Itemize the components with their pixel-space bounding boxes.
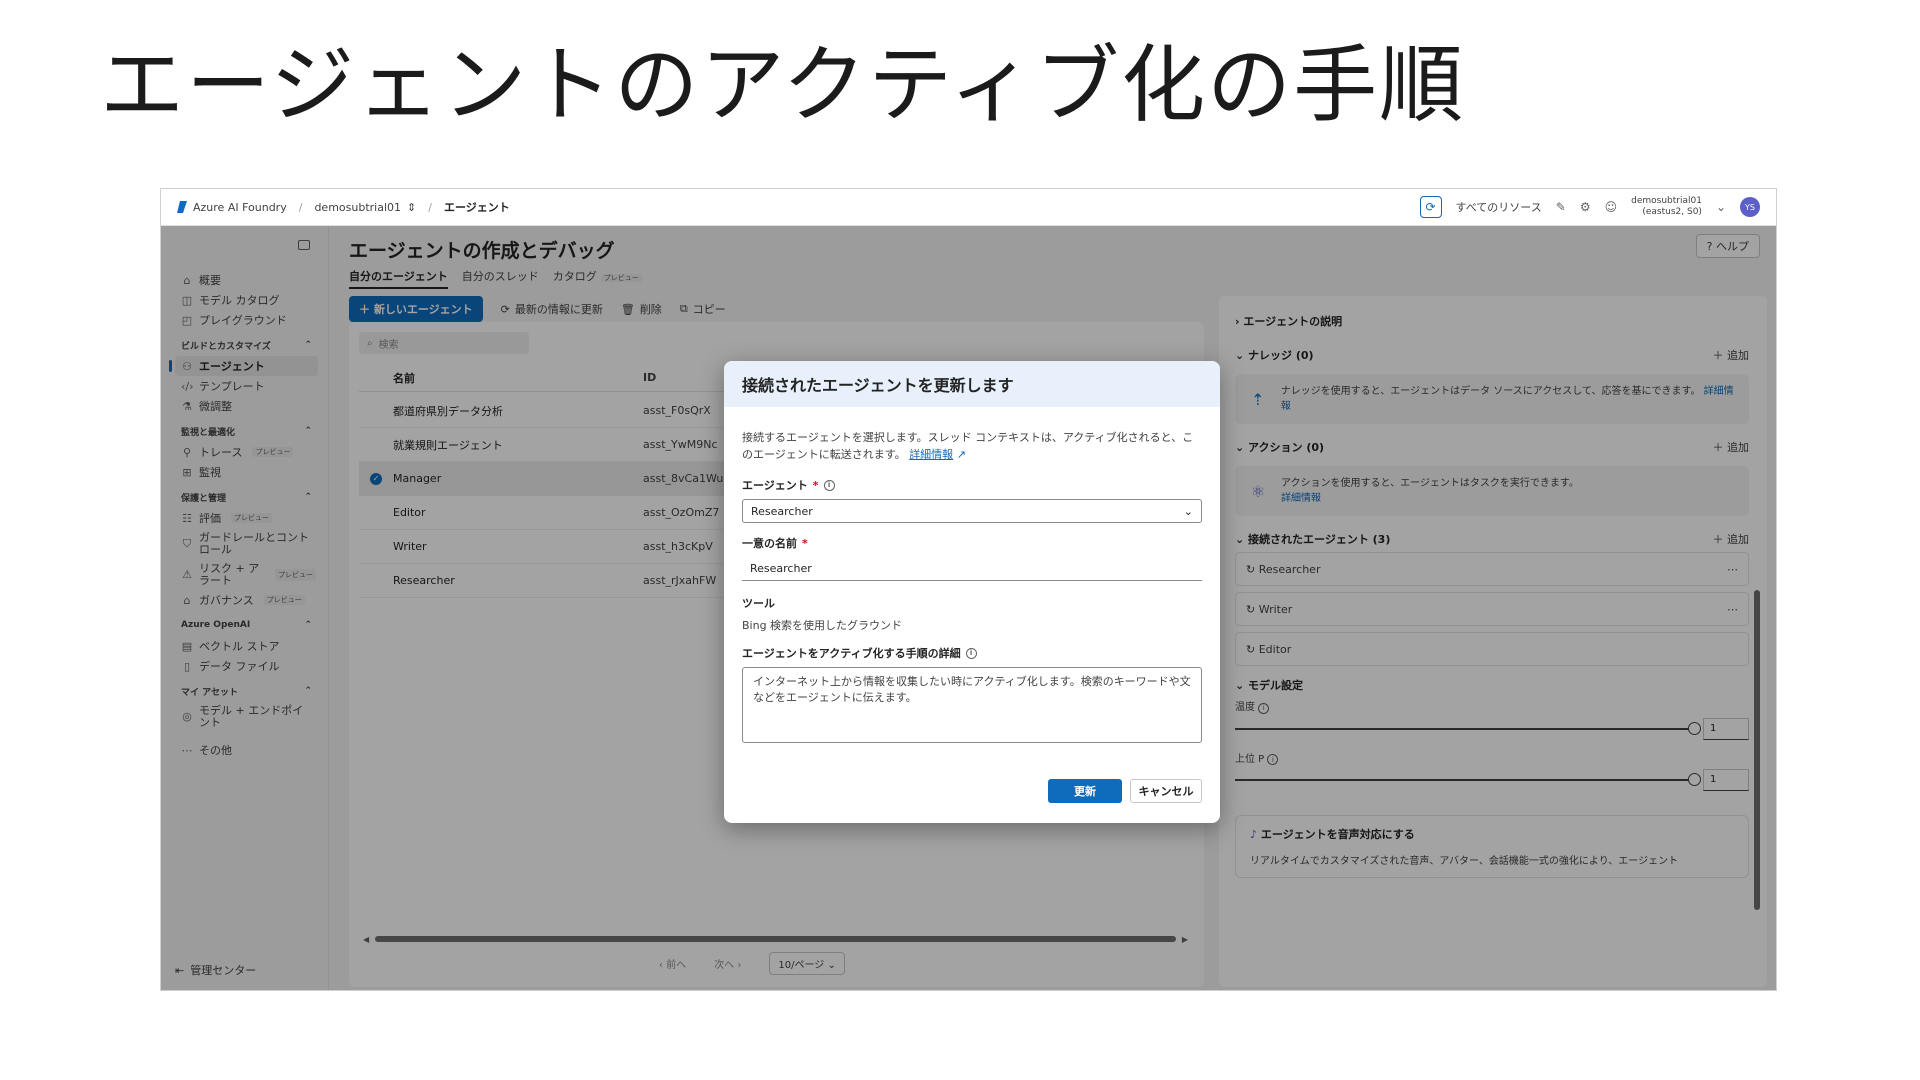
agent-label-text: エージェント: [742, 479, 808, 492]
dialog-title: 接続されたエージェントを更新します: [724, 361, 1220, 407]
breadcrumb: Azure AI Foundry / demosubtrial01 ⇕ / エー…: [177, 199, 510, 215]
breadcrumb-separator: /: [428, 200, 432, 214]
info-icon[interactable]: i: [823, 479, 835, 491]
chevron-down-icon[interactable]: ⌄: [1716, 200, 1726, 214]
dialog-learn-more-link[interactable]: 詳細情報: [909, 448, 953, 461]
avatar[interactable]: YS: [1740, 197, 1760, 217]
top-right-area: ⟳ すべてのリソース ✎ ⚙ ☺ demosubtrial01 (eastus2…: [1419, 196, 1760, 218]
activation-steps-textarea[interactable]: インターネット上から情報を収集したい時にアクティブ化します。検索のキーワードや文…: [742, 667, 1202, 743]
required-marker: *: [812, 478, 819, 492]
unique-name-label-text: 一意の名前: [742, 537, 797, 550]
unique-name-input[interactable]: Researcher: [742, 557, 1202, 581]
top-bar: Azure AI Foundry / demosubtrial01 ⇕ / エー…: [161, 189, 1776, 226]
breadcrumb-separator: /: [298, 200, 303, 214]
account-region: (eastus2, S0): [1642, 207, 1702, 217]
screenshot-frame: Azure AI Foundry / demosubtrial01 ⇕ / エー…: [160, 188, 1777, 991]
tools-value: Bing 検索を使用したグラウンド: [742, 619, 903, 632]
dialog-body: 接続するエージェントを選択します。スレッド コンテキストは、アクティブ化されると…: [724, 407, 1220, 743]
dialog-description-text: 接続するエージェントを選択します。スレッド コンテキストは、アクティブ化されると…: [742, 431, 1194, 461]
activation-steps-label: エージェントをアクティブ化する手順の詳細 i: [742, 645, 1202, 661]
external-link-icon: ↗: [956, 448, 966, 461]
breadcrumb-page: エージェント: [443, 201, 510, 214]
update-button[interactable]: 更新: [1048, 779, 1122, 803]
feedback-icon[interactable]: ✎: [1556, 200, 1566, 214]
chevron-down-icon: ⌄: [1183, 504, 1193, 518]
smiley-icon[interactable]: ☺: [1605, 200, 1618, 214]
tools-label: ツール: [742, 597, 775, 610]
cancel-button[interactable]: キャンセル: [1130, 779, 1202, 803]
all-resources-link[interactable]: すべてのリソース: [1456, 199, 1542, 215]
foundry-logo-icon: [177, 201, 187, 213]
unique-name-label: 一意の名前 *: [742, 535, 1202, 551]
sync-icon[interactable]: ⟳: [1419, 196, 1442, 218]
dialog-actions: 更新 キャンセル: [1048, 779, 1202, 803]
account-info[interactable]: demosubtrial01 (eastus2, S0): [1631, 196, 1702, 218]
dialog-description: 接続するエージェントを選択します。スレッド コンテキストは、アクティブ化されると…: [742, 429, 1202, 463]
chevron-updown-icon[interactable]: ⇕: [407, 201, 416, 214]
account-name: demosubtrial01: [1631, 196, 1702, 206]
agent-select[interactable]: Researcher ⌄: [742, 499, 1202, 523]
breadcrumb-project[interactable]: demosubtrial01: [314, 201, 401, 214]
agent-select-value: Researcher: [751, 504, 813, 518]
info-icon[interactable]: i: [965, 647, 977, 659]
activation-label-text: エージェントをアクティブ化する手順の詳細: [742, 647, 961, 660]
breadcrumb-brand[interactable]: Azure AI Foundry: [193, 201, 287, 214]
gear-icon[interactable]: ⚙: [1580, 200, 1591, 214]
update-connected-agent-dialog: 接続されたエージェントを更新します 接続するエージェントを選択します。スレッド …: [724, 361, 1220, 823]
agent-field-label: エージェント * i: [742, 477, 1202, 493]
slide-title: エージェントのアクティブ化の手順: [100, 36, 1466, 134]
required-marker: *: [802, 536, 808, 550]
